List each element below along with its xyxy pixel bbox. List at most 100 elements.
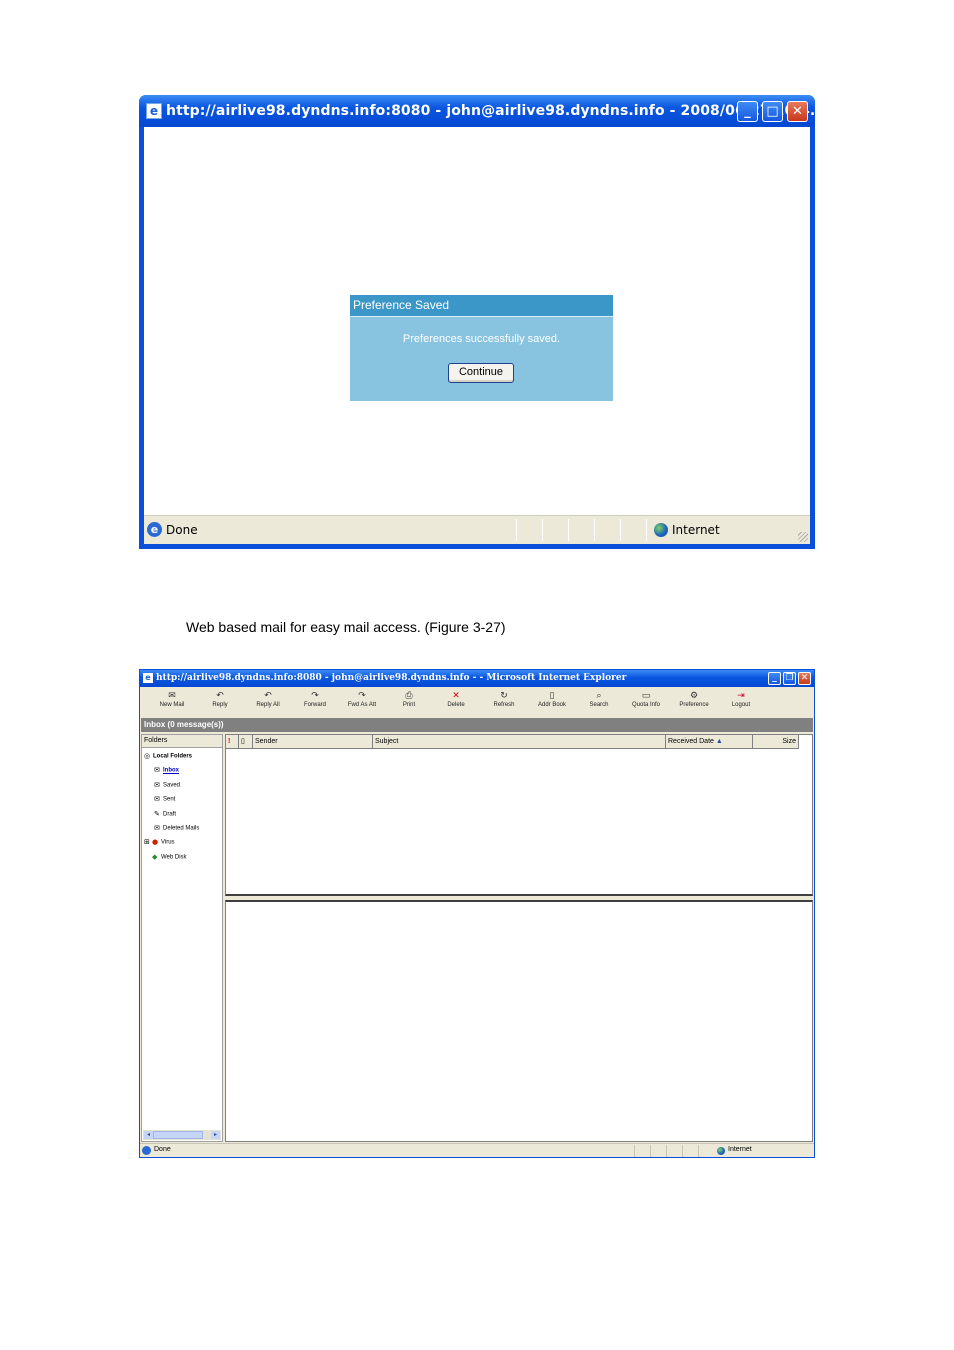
folder-saved[interactable]: ✉ Saved bbox=[154, 781, 180, 791]
status-bar: Done Internet bbox=[140, 1143, 814, 1157]
ie-page-icon: e bbox=[143, 673, 153, 683]
minimize-icon: _ bbox=[772, 673, 777, 683]
close-icon: ✕ bbox=[792, 104, 803, 119]
reply-all-icon: ↶ bbox=[264, 691, 272, 701]
forward-button[interactable]: ↷ Forward bbox=[291, 691, 339, 708]
close-icon: ✕ bbox=[800, 673, 809, 683]
deleted-mails-icon: ✉ bbox=[154, 824, 160, 832]
forward-as-attachment-button[interactable]: ↷ Fwd As Att bbox=[338, 691, 386, 708]
delete-button[interactable]: ✕ Delete bbox=[432, 691, 480, 708]
minimize-button[interactable]: _ bbox=[768, 672, 781, 685]
status-divider bbox=[594, 519, 595, 541]
print-button[interactable]: ⎙ Print bbox=[385, 691, 433, 708]
minimize-icon: _ bbox=[744, 104, 751, 119]
toolbar-label: Addr Book bbox=[537, 702, 567, 708]
status-text: Done bbox=[166, 523, 198, 537]
folder-pane: Folders ◎ Local Folders ✉ Inbox ✉ Saved ✉ Se… bbox=[141, 734, 223, 1142]
status-divider bbox=[666, 1145, 667, 1157]
page-content: Preference Saved Preferences successfull… bbox=[144, 127, 810, 515]
toolbar-label: Refresh bbox=[493, 702, 515, 708]
column-label: Received Date bbox=[668, 738, 714, 745]
saved-icon: ✉ bbox=[154, 781, 160, 789]
folder-label: Inbox bbox=[163, 767, 179, 774]
status-divider bbox=[682, 1145, 683, 1157]
figure-caption: Web based mail for easy mail access. (Fi… bbox=[186, 619, 506, 635]
close-button[interactable]: ✕ bbox=[787, 101, 808, 122]
window-title: http://airlive98.dyndns.info:8080 - john… bbox=[156, 673, 627, 683]
sent-icon: ✉ bbox=[154, 795, 160, 803]
folder-draft[interactable]: ✎ Draft bbox=[154, 810, 176, 820]
close-button[interactable]: ✕ bbox=[798, 672, 811, 685]
ie-status-icon: e bbox=[147, 522, 162, 537]
scroll-right-icon[interactable]: ▸ bbox=[211, 1131, 220, 1139]
column-attachment[interactable]: ▯ bbox=[239, 735, 253, 749]
new-mail-button[interactable]: ✉ New Mail bbox=[148, 691, 196, 708]
logout-button[interactable]: ⇥ Logout bbox=[717, 691, 765, 708]
internet-globe-icon bbox=[717, 1147, 725, 1155]
ie-page-icon: e bbox=[146, 103, 162, 119]
quota-icon: ▭ bbox=[641, 691, 651, 701]
status-divider bbox=[646, 519, 647, 541]
folders-header: Folders bbox=[142, 735, 222, 748]
title-bar[interactable]: e http://airlive98.dyndns.info:8080 - jo… bbox=[139, 95, 826, 127]
status-divider bbox=[650, 1145, 651, 1157]
toolbar-label: Fwd As Att bbox=[347, 702, 377, 708]
folder-virus[interactable]: ⊞ ● Virus bbox=[144, 838, 175, 848]
column-sender[interactable]: Sender bbox=[253, 735, 373, 749]
folder-local[interactable]: ◎ Local Folders bbox=[144, 752, 192, 762]
expand-icon[interactable]: ⊞ bbox=[144, 838, 152, 846]
toolbar-label: New Mail bbox=[159, 702, 185, 708]
column-received-date[interactable]: Received Date ▲ bbox=[666, 735, 753, 749]
reply-all-button[interactable]: ↶ Reply All bbox=[244, 691, 292, 708]
folder-label: Web Disk bbox=[161, 854, 187, 861]
column-subject[interactable]: Subject bbox=[373, 735, 666, 749]
security-zone: Internet bbox=[672, 523, 720, 537]
preference-icon: ⚙ bbox=[689, 691, 699, 701]
resize-grip[interactable] bbox=[798, 532, 808, 542]
address-book-button[interactable]: ▯ Addr Book bbox=[528, 691, 576, 708]
preference-saved-dialog: Preference Saved Preferences successfull… bbox=[350, 295, 613, 401]
toolbar-label: Preference bbox=[679, 702, 709, 708]
new-mail-icon: ✉ bbox=[168, 691, 176, 701]
folder-label: Local Folders bbox=[153, 753, 193, 760]
folder-inbox[interactable]: ✉ Inbox bbox=[154, 766, 179, 776]
reply-icon: ↶ bbox=[216, 691, 224, 701]
maximize-button[interactable]: □ bbox=[762, 101, 783, 122]
column-size[interactable]: Size bbox=[753, 735, 799, 749]
folder-deleted[interactable]: ✉ Deleted Mails bbox=[154, 824, 199, 834]
inbox-icon: ✉ bbox=[154, 766, 160, 774]
folder-label: Virus bbox=[161, 839, 175, 846]
refresh-button[interactable]: ↻ Refresh bbox=[480, 691, 528, 708]
minimize-button[interactable]: _ bbox=[737, 101, 758, 122]
column-priority[interactable]: ! bbox=[226, 735, 239, 749]
preference-button[interactable]: ⚙ Preference bbox=[670, 691, 718, 708]
folder-label: Saved bbox=[163, 782, 181, 789]
toolbar-label: Reply bbox=[212, 702, 228, 708]
internet-globe-icon bbox=[654, 523, 668, 537]
maximize-icon: □ bbox=[766, 104, 779, 119]
refresh-icon: ↻ bbox=[500, 691, 508, 701]
toolbar-label: Print bbox=[402, 702, 416, 708]
continue-button[interactable]: Continue bbox=[448, 363, 514, 383]
scroll-thumb[interactable] bbox=[153, 1131, 203, 1139]
security-zone: Internet bbox=[728, 1146, 752, 1153]
status-divider bbox=[516, 519, 517, 541]
quota-info-button[interactable]: ▭ Quota Info bbox=[622, 691, 670, 708]
scroll-left-icon[interactable]: ◂ bbox=[144, 1131, 153, 1139]
local-folders-icon: ◎ bbox=[144, 752, 151, 760]
search-button[interactable]: ⌕ Search bbox=[575, 691, 623, 708]
forward-attachment-icon: ↷ bbox=[358, 691, 366, 701]
logout-icon: ⇥ bbox=[737, 691, 745, 701]
reply-button[interactable]: ↶ Reply bbox=[196, 691, 244, 708]
toolbar-label: Quota Info bbox=[631, 702, 661, 708]
dialog-header: Preference Saved bbox=[350, 295, 613, 317]
folder-scrollbar[interactable]: ◂ ▸ bbox=[143, 1130, 221, 1140]
folder-web-disk[interactable]: ◆ Web Disk bbox=[152, 853, 187, 863]
mail-toolbar: ✉ New Mail ↶ Reply ↶ Reply All ↷ Forward ↷ Fw… bbox=[140, 687, 814, 717]
address-book-icon: ▯ bbox=[549, 691, 555, 701]
title-bar[interactable]: e http://airlive98.dyndns.info:8080 - jo… bbox=[140, 670, 814, 687]
status-divider bbox=[698, 1145, 699, 1157]
restore-button[interactable]: ❐ bbox=[783, 672, 796, 685]
ie-status-icon bbox=[142, 1146, 151, 1155]
folder-sent[interactable]: ✉ Sent bbox=[154, 795, 175, 805]
